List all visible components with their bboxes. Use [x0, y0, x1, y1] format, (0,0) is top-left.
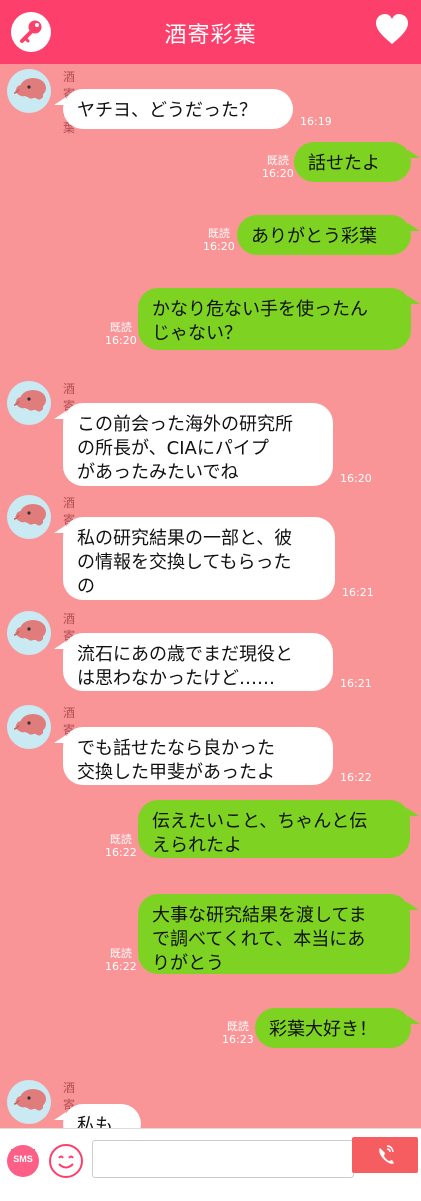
message-line: ヤチヨ、どうだった？: [77, 100, 257, 121]
bubble-tail: [408, 296, 420, 304]
octopus-avatar-icon: [13, 504, 46, 526]
message-line: 大事な研究結果を渡してま: [152, 905, 367, 926]
read-receipt: 既読 16:20: [203, 227, 235, 253]
read-label: 既読: [109, 833, 132, 846]
timestamp: 16:21: [340, 677, 372, 690]
avatar[interactable]: [7, 705, 51, 749]
message-line: で調べてくれて、本当にあ: [152, 929, 366, 950]
message-bubble[interactable]: 話せたよ: [294, 142, 420, 182]
message-line: 私の研究結果の一部と、彼: [77, 528, 293, 549]
sms-icon: SMS: [11, 1149, 35, 1173]
timestamp: 16:22: [340, 771, 372, 784]
message-line: りがとう: [152, 953, 224, 974]
message-line: の: [77, 576, 95, 597]
bubble-tail: [407, 808, 419, 816]
message-line: えられたよ: [152, 835, 242, 856]
timestamp: 16:19: [300, 115, 332, 128]
message-line: は思わなかったけど……: [77, 668, 275, 689]
chat-title: 酒寄彩葉: [164, 23, 257, 48]
timestamp: 16:23: [222, 1033, 254, 1046]
timestamp: 16:20: [262, 167, 294, 180]
avatar[interactable]: [7, 1080, 51, 1124]
read-label: 既読: [226, 1020, 249, 1033]
message-line: じゃない？: [152, 323, 242, 344]
read-label: 既読: [109, 321, 132, 334]
timestamp: 16:21: [342, 586, 374, 599]
bubble-tail: [54, 735, 66, 743]
octopus-avatar-icon: [13, 390, 46, 412]
message-line: ありがとう彩葉: [251, 226, 377, 247]
message-line: があったみたいでね: [77, 462, 239, 483]
composer-bar: SMS: [0, 1128, 421, 1201]
read-receipt: 既読 16:23: [222, 1020, 254, 1046]
sms-label: SMS: [13, 1154, 33, 1164]
favorite-button[interactable]: [375, 13, 409, 47]
message-bubble[interactable]: かなり危ない手を使ったん じゃない？: [138, 288, 420, 350]
message-line: かなり危ない手を使ったん: [152, 299, 368, 320]
message-line: の所長が、CIAにパイプ: [77, 438, 269, 459]
bubble-tail: [408, 150, 420, 158]
message-input[interactable]: [92, 1140, 354, 1178]
call-button[interactable]: [352, 1137, 418, 1173]
message-bubble[interactable]: 大事な研究結果を渡してま で調べてくれて、本当にあ りがとう: [138, 894, 419, 974]
message-line: 流石にあの歳でまだ現役と: [77, 644, 293, 665]
read-receipt: 既読 16:20: [105, 321, 137, 347]
message-bubble[interactable]: 流石にあの歳でまだ現役と は思わなかったけど……: [54, 633, 333, 691]
sms-button[interactable]: SMS: [7, 1145, 39, 1177]
bubble-tail: [408, 1016, 420, 1024]
timestamp: 16:20: [203, 240, 235, 253]
bubble-tail: [54, 97, 66, 105]
heart-icon: [376, 14, 408, 44]
message-line: でも話せたなら良かった: [77, 738, 275, 759]
message-line: 彩葉大好き！: [269, 1019, 377, 1040]
message-bubble[interactable]: ヤチヨ、どうだった？: [54, 89, 293, 129]
bubble-tail: [407, 902, 419, 910]
timestamp: 16:22: [105, 960, 137, 973]
avatar[interactable]: [7, 495, 51, 539]
timestamp: 16:22: [105, 846, 137, 859]
bubble-tail: [408, 223, 420, 231]
chat-header: 酒寄彩葉: [0, 0, 421, 64]
message-bubble[interactable]: この前会った海外の研究所 の所長が、CIAにパイプ があったみたいでね: [54, 403, 333, 486]
smiley-icon: [58, 1155, 74, 1169]
octopus-avatar-icon: [13, 1089, 46, 1111]
message-line: の情報を交換してもらった: [77, 552, 292, 573]
bubble-tail: [54, 1112, 66, 1120]
timestamp: 16:20: [340, 472, 372, 485]
avatar[interactable]: [7, 611, 51, 655]
read-receipt: 既読 16:22: [105, 833, 137, 859]
message-line: 交換した甲斐があったよ: [77, 762, 275, 783]
phone-icon: [379, 1145, 394, 1164]
message-line: 伝えたいこと、ちゃんと伝: [152, 811, 368, 832]
timestamp: 16:20: [105, 334, 137, 347]
message-bubble[interactable]: でも話せたなら良かった 交換した甲斐があったよ: [54, 727, 333, 785]
read-receipt: 既読 16:20: [262, 154, 294, 180]
message-bubble[interactable]: 伝えたいこと、ちゃんと伝 えられたよ: [138, 800, 419, 858]
read-label: 既読: [207, 227, 230, 240]
bubble-tail: [54, 411, 66, 419]
read-receipt: 既読 16:22: [105, 947, 137, 973]
message-line: この前会った海外の研究所: [77, 414, 293, 435]
octopus-avatar-icon: [13, 620, 46, 642]
message-line: 話せたよ: [308, 153, 380, 174]
avatar[interactable]: [7, 381, 51, 425]
octopus-avatar-icon: [13, 78, 46, 100]
message-bubble[interactable]: 彩葉大好き！: [255, 1008, 420, 1048]
message-bubble[interactable]: 私の研究結果の一部と、彼 の情報を交換してもらったの: [54, 517, 335, 600]
read-label: 既読: [109, 947, 132, 960]
emoji-button[interactable]: [49, 1144, 83, 1178]
avatar[interactable]: [7, 69, 51, 113]
bubble-tail: [54, 641, 66, 649]
message-bubble[interactable]: ありがとう彩葉: [237, 215, 420, 255]
bubble-tail: [54, 525, 66, 533]
octopus-avatar-icon: [13, 714, 46, 736]
read-label: 既読: [266, 154, 289, 167]
